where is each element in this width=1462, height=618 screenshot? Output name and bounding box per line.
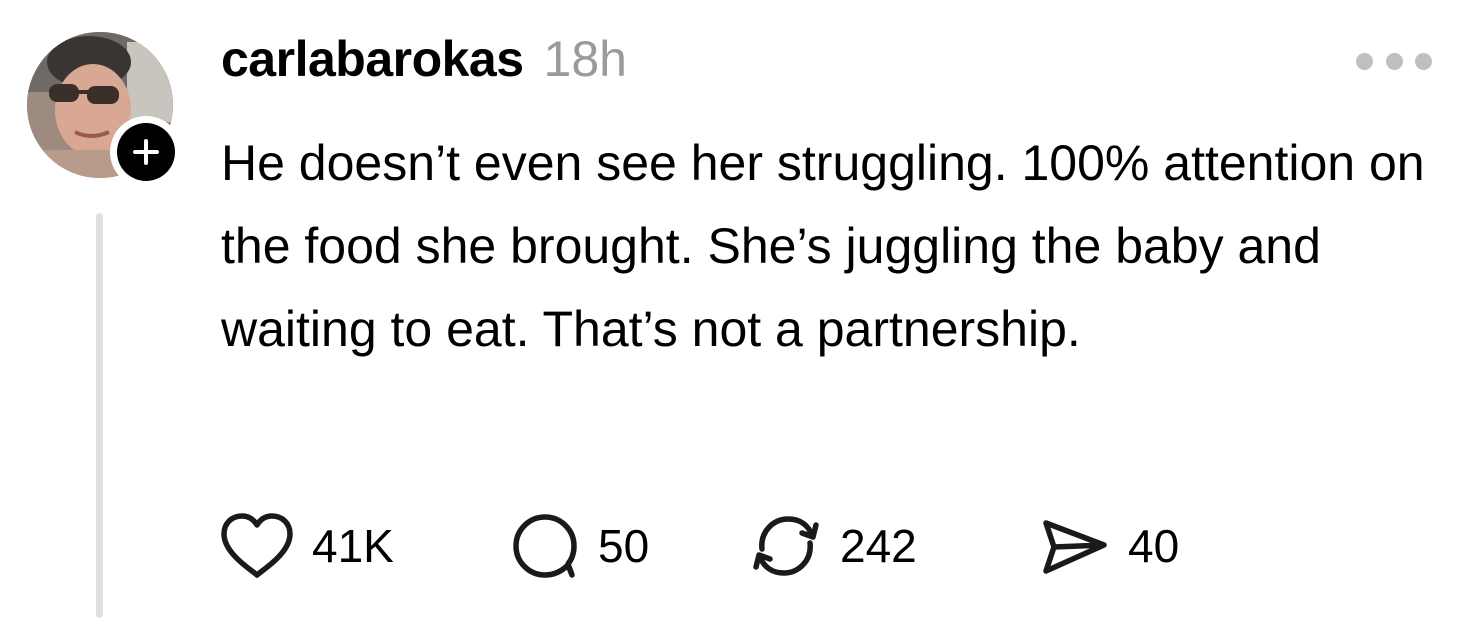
- username[interactable]: carlabarokas: [221, 30, 524, 88]
- ellipsis-icon-dot: [1415, 52, 1432, 70]
- repost-button[interactable]: 242: [750, 511, 1040, 581]
- share-button[interactable]: 40: [1040, 511, 1200, 581]
- like-count: 41K: [312, 520, 394, 572]
- comment-icon: [513, 514, 577, 578]
- post-header: carlabarokas 18h: [221, 30, 627, 88]
- ellipsis-icon-dot: [1385, 52, 1403, 70]
- post-text: He doesn’t even see her struggling. 100%…: [221, 135, 1425, 357]
- share-count: 40: [1128, 520, 1180, 572]
- more-options-button[interactable]: [1356, 48, 1432, 74]
- thread-line: [96, 213, 103, 618]
- like-button[interactable]: 41K: [220, 511, 510, 581]
- reply-count: 50: [598, 520, 650, 572]
- plus-icon: [133, 139, 159, 165]
- thread-post: carlabarokas 18h He doesn’t even see her…: [0, 0, 1462, 618]
- send-icon: [1043, 520, 1107, 574]
- post-actions: 41K 50 242 40: [220, 508, 1200, 584]
- reply-button[interactable]: 50: [510, 511, 750, 581]
- timestamp[interactable]: 18h: [544, 30, 627, 88]
- ellipsis-icon: [1356, 52, 1373, 70]
- follow-button[interactable]: [110, 116, 182, 188]
- repost-icon: [753, 516, 819, 576]
- repost-count: 242: [840, 520, 917, 572]
- heart-icon: [221, 513, 293, 578]
